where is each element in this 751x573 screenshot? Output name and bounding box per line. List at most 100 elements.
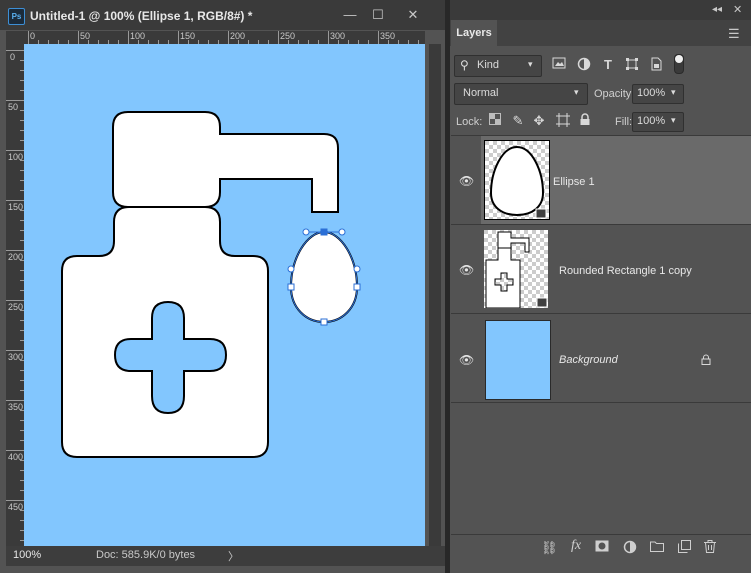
ruler-label: 100 — [130, 31, 146, 41]
layer-thumbnail[interactable] — [485, 320, 551, 400]
panel-menu-icon[interactable]: ☰ — [728, 26, 740, 42]
visibility-eye-icon[interactable]: 👁 — [459, 175, 475, 187]
ruler-label: 0 — [9, 52, 15, 62]
minimize-button[interactable]: — — [335, 5, 365, 25]
layer-row-ellipse-1[interactable]: 👁 Ellipse 1 — [451, 136, 751, 225]
blend-mode-select[interactable]: Normal ▾ — [454, 83, 588, 105]
ellipse-thumbnail-art — [485, 141, 549, 219]
layer-name[interactable]: Rounded Rectangle 1 copy — [559, 265, 692, 277]
ruler-label: 50 — [80, 31, 91, 41]
new-group-icon[interactable] — [649, 540, 665, 555]
droplet-shape — [289, 230, 359, 324]
layer-name[interactable]: Background — [559, 354, 618, 366]
lock-label: Lock: — [456, 116, 483, 128]
filter-kind-label: Kind — [477, 59, 500, 71]
collapse-panel-icon[interactable]: ◂◂ — [712, 4, 722, 15]
filter-kind-select[interactable]: ⚲ Kind ▾ — [454, 55, 542, 77]
close-panel-icon[interactable]: ✕ — [733, 3, 742, 16]
image-filter-icon[interactable] — [551, 57, 567, 73]
canvas[interactable] — [24, 44, 425, 546]
fx-icon[interactable]: fx — [568, 538, 584, 554]
ruler-label: 250 — [280, 31, 296, 41]
vertical-ruler[interactable]: 0 50 100 150 200 250 300 350 400 450 — [6, 44, 24, 546]
fill-value: 100% — [637, 115, 666, 127]
panel-header-strip — [450, 0, 751, 20]
fill-field[interactable]: 100% ▾ — [632, 112, 684, 132]
canvas-artwork — [61, 111, 361, 458]
document-info[interactable]: Doc: 585.9K/0 bytes — [96, 549, 195, 561]
blend-mode-value: Normal — [463, 87, 499, 99]
opacity-value: 100% — [637, 87, 666, 99]
bezier-handle — [353, 265, 361, 273]
layer-row-background[interactable]: 👁 Background — [451, 314, 751, 403]
new-layer-glyph — [677, 540, 691, 553]
minimize-icon: — — [343, 7, 357, 22]
adjustment-layer-icon[interactable] — [622, 540, 638, 557]
filter-toggle-knob — [675, 55, 683, 63]
opacity-field[interactable]: 100% ▾ — [632, 84, 684, 104]
fill-label: Fill: — [615, 116, 633, 128]
layer-thumbnail[interactable] — [484, 230, 548, 309]
filter-toggle-icon[interactable] — [674, 54, 684, 74]
vertical-ruler-ticks — [6, 50, 24, 541]
vertical-scrollbar[interactable] — [429, 44, 441, 546]
bezier-handle — [287, 265, 295, 273]
opacity-label: Opacity: — [594, 88, 635, 100]
layer-lock-glyph — [701, 354, 711, 365]
anchor-point — [353, 283, 361, 291]
add-mask-glyph — [595, 540, 609, 552]
smart-object-filter-glyph — [651, 57, 662, 71]
layer-lock-icon — [701, 354, 711, 368]
lock-position-icon[interactable]: ✥ — [531, 113, 547, 129]
ruler-label: 450 — [8, 502, 24, 512]
image-filter-glyph — [552, 57, 566, 69]
ruler-label: 300 — [8, 352, 24, 362]
ruler-label: 200 — [230, 31, 246, 41]
add-mask-icon[interactable] — [594, 540, 610, 555]
adjustment-layer-glyph — [623, 540, 637, 554]
chevron-down-icon: ▾ — [671, 87, 676, 97]
new-layer-icon[interactable] — [676, 540, 692, 556]
adjustment-filter-glyph — [577, 57, 591, 71]
zoom-field[interactable]: 100% — [13, 549, 53, 563]
anchor-point — [320, 318, 328, 326]
layer-row-rounded-rectangle-1-copy[interactable]: 👁 Rounded Rectangle 1 copy — [451, 225, 751, 314]
lock-image-icon[interactable]: ✎ — [510, 113, 526, 129]
link-layers-icon[interactable]: ⛓ — [541, 540, 558, 556]
lock-artboard-icon[interactable] — [555, 113, 571, 129]
ruler-label: 100 — [8, 152, 24, 162]
document-title: Untitled-1 @ 100% (Ellipse 1, RGB/8#) * — [30, 9, 253, 23]
status-bar — [6, 546, 445, 566]
horizontal-ruler[interactable]: 0 50 100 150 200 250 300 350 — [24, 31, 425, 44]
tab-layers[interactable]: Layers — [451, 20, 497, 46]
ruler-label: 150 — [8, 202, 24, 212]
type-filter-icon[interactable]: T — [600, 57, 616, 73]
status-menu-arrow-icon[interactable]: 〉 — [228, 548, 239, 564]
ruler-label: 400 — [8, 452, 24, 462]
maximize-button[interactable]: ☐ — [363, 5, 393, 25]
shape-filter-icon[interactable] — [624, 57, 640, 73]
close-document-button[interactable]: ✕ — [398, 5, 428, 25]
visibility-eye-icon[interactable]: 👁 — [459, 354, 475, 366]
anchor-point — [320, 228, 328, 236]
bottle-thumbnail-art — [484, 230, 548, 309]
smart-object-filter-icon[interactable] — [648, 57, 664, 73]
close-icon: ✕ — [407, 7, 419, 22]
ruler-label: 350 — [8, 402, 24, 412]
new-group-glyph — [650, 541, 664, 552]
search-icon: ⚲ — [460, 58, 469, 72]
photoshop-icon: Ps — [8, 8, 25, 25]
lock-all-glyph — [580, 113, 590, 125]
lock-transparent-icon[interactable] — [487, 113, 503, 129]
bezier-handle — [338, 228, 346, 236]
layer-name[interactable]: Ellipse 1 — [553, 176, 595, 188]
ruler-label: 150 — [180, 31, 196, 41]
ruler-label: 0 — [30, 31, 36, 41]
trash-icon[interactable] — [702, 540, 718, 556]
ruler-origin[interactable] — [6, 31, 24, 44]
adjustment-filter-icon[interactable] — [576, 57, 592, 73]
lock-all-icon[interactable] — [577, 113, 593, 129]
visibility-eye-icon[interactable]: 👁 — [459, 264, 475, 276]
shape-filter-glyph — [626, 58, 638, 70]
layer-thumbnail[interactable] — [484, 140, 550, 220]
